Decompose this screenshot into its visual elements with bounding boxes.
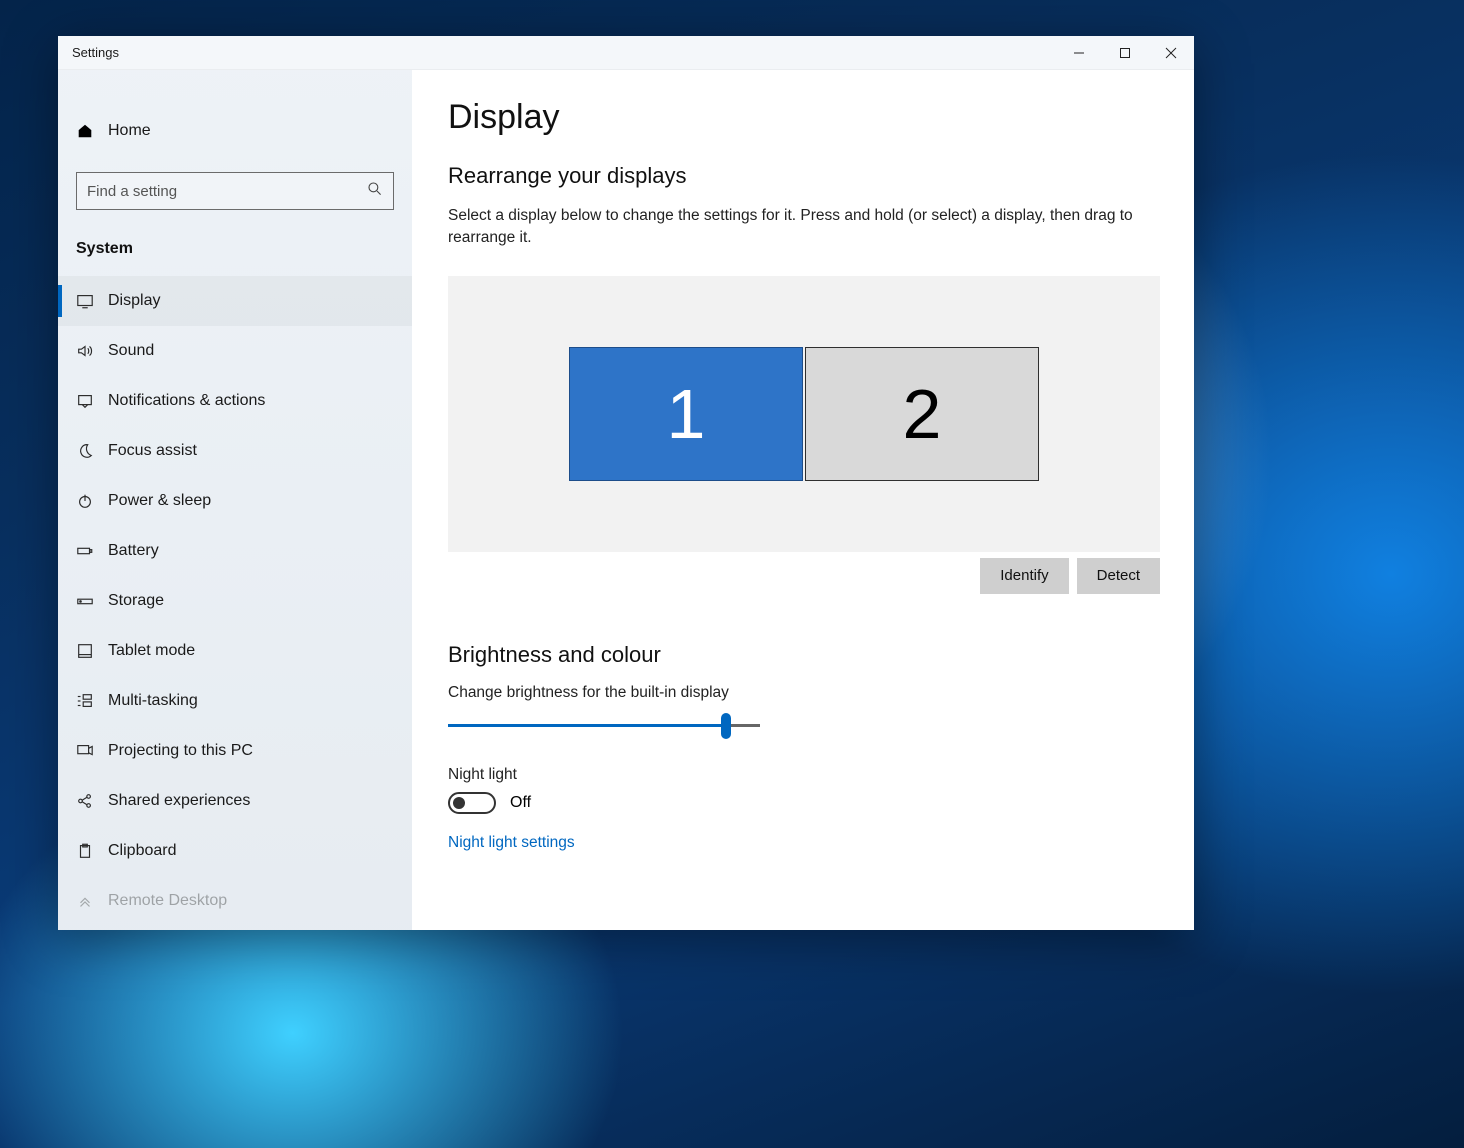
rearrange-title: Rearrange your displays [448,163,1158,189]
home-label: Home [108,122,151,140]
slider-thumb[interactable] [721,713,731,739]
sidebar-item-storage[interactable]: Storage [58,576,412,626]
sound-icon [76,342,108,360]
sidebar-item-label: Storage [108,592,164,610]
sidebar-item-label: Sound [108,342,154,360]
storage-icon [76,592,108,610]
close-button[interactable] [1148,36,1194,70]
detect-button[interactable]: Detect [1077,558,1160,594]
sidebar-item-label: Remote Desktop [108,892,227,910]
toggle-knob [453,797,465,809]
sidebar-item-battery[interactable]: Battery [58,526,412,576]
page-title: Display [448,98,1158,137]
home-nav[interactable]: Home [58,106,412,156]
sidebar-item-notifications[interactable]: Notifications & actions [58,376,412,426]
sidebar-item-label: Projecting to this PC [108,742,253,760]
sidebar: Home System Display [58,70,412,930]
main-inner: Display Rearrange your displays Select a… [412,70,1194,892]
tablet-icon [76,642,108,660]
display-1[interactable]: 1 [569,347,803,481]
main-content[interactable]: Display Rearrange your displays Select a… [412,70,1194,930]
sidebar-item-clipboard[interactable]: Clipboard [58,826,412,876]
window-controls [1056,36,1194,70]
multitask-icon [76,692,108,710]
window-title: Settings [72,45,119,60]
desktop-background: Settings Home [0,0,1464,1148]
sidebar-category: System [58,226,412,276]
minimize-button[interactable] [1056,36,1102,70]
home-icon [76,122,108,140]
arrange-actions: Identify Detect [448,552,1160,594]
sidebar-item-shared-experiences[interactable]: Shared experiences [58,776,412,826]
sidebar-item-multitasking[interactable]: Multi-tasking [58,676,412,726]
display-arrangement-area[interactable]: 1 2 [448,276,1160,552]
night-light-toggle-row: Off [448,792,1158,814]
maximize-button[interactable] [1102,36,1148,70]
settings-window: Settings Home [58,36,1194,930]
moon-icon [76,442,108,460]
sidebar-item-tablet-mode[interactable]: Tablet mode [58,626,412,676]
project-icon [76,742,108,760]
battery-icon [76,542,108,560]
window-body: Home System Display [58,70,1194,930]
sidebar-item-label: Display [108,292,160,310]
search-input[interactable] [87,183,367,200]
night-light-toggle[interactable] [448,792,496,814]
sidebar-item-sound[interactable]: Sound [58,326,412,376]
night-light-settings-link[interactable]: Night light settings [448,834,1158,852]
sidebar-item-label: Power & sleep [108,492,211,510]
power-icon [76,492,108,510]
display-id: 1 [667,374,706,454]
share-icon [76,792,108,810]
night-light-state: Off [510,794,531,812]
titlebar: Settings [58,36,1194,70]
search-icon [367,181,383,202]
clipboard-icon [76,842,108,860]
sidebar-item-focus-assist[interactable]: Focus assist [58,426,412,476]
sidebar-item-power-sleep[interactable]: Power & sleep [58,476,412,526]
display-2[interactable]: 2 [805,347,1039,481]
brightness-slider[interactable] [448,714,760,738]
slider-track [448,724,760,727]
sidebar-item-label: Tablet mode [108,642,195,660]
display-id: 2 [903,374,942,454]
brightness-title: Brightness and colour [448,642,1158,668]
identify-button[interactable]: Identify [980,558,1068,594]
display-icon [76,292,108,310]
sidebar-item-projecting[interactable]: Projecting to this PC [58,726,412,776]
slider-fill [448,724,726,727]
sidebar-item-label: Notifications & actions [108,392,265,410]
sidebar-item-label: Battery [108,542,159,560]
sidebar-item-label: Clipboard [108,842,176,860]
brightness-slider-label: Change brightness for the built-in displ… [448,684,1158,702]
sidebar-item-label: Focus assist [108,442,197,460]
sidebar-item-remote-desktop[interactable]: Remote Desktop [58,876,412,926]
sidebar-item-label: Shared experiences [108,792,250,810]
remote-icon [76,892,108,910]
rearrange-description: Select a display below to change the set… [448,205,1158,250]
sidebar-item-display[interactable]: Display [58,276,412,326]
search-box[interactable] [76,172,394,210]
sidebar-item-label: Multi-tasking [108,692,198,710]
night-light-label: Night light [448,766,1158,784]
notifications-icon [76,392,108,410]
